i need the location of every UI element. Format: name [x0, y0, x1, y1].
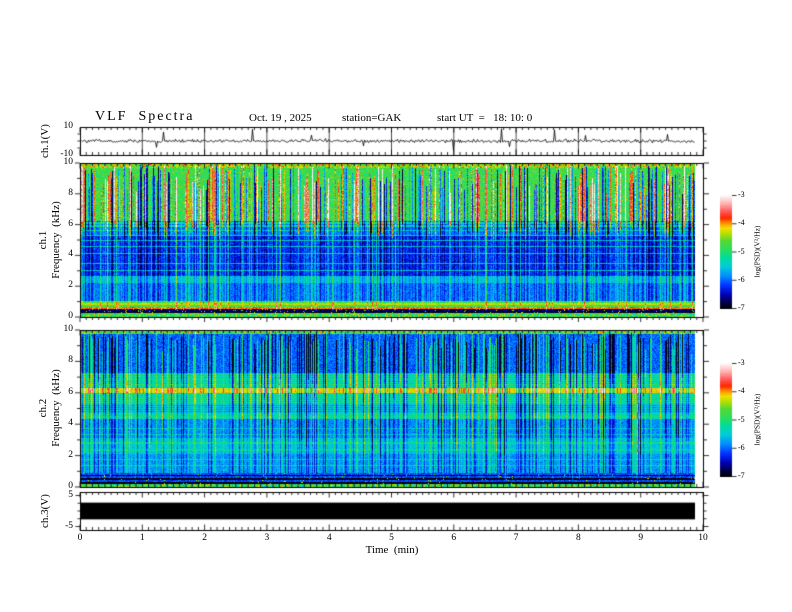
colorbar-tick-label: -5 [738, 414, 745, 424]
frequency-tick-label: 2 [68, 449, 73, 460]
x-tick-label: 5 [389, 533, 394, 543]
frequency-tick-label: 0 [68, 311, 73, 321]
colorbar-tick-label: -7 [738, 471, 745, 480]
x-tick-label: 4 [326, 533, 332, 543]
ch3-voltage-tick-label: 5 [68, 489, 73, 500]
colorbar-tick-label: -5 [738, 246, 745, 256]
frequency-tick-label: 4 [68, 249, 73, 260]
x-tick-label: 7 [513, 533, 519, 543]
frequency-tick-label: 8 [68, 187, 73, 198]
colorbar-tick-label: -6 [738, 442, 745, 452]
ch1-voltage-tick-label: 10 [63, 121, 74, 131]
colorbar-tick-label: -3 [738, 190, 745, 199]
x-tick-label: 2 [202, 533, 207, 543]
ch3-voltage-tick-label: -5 [65, 520, 73, 531]
start-ut-label: start UT = 18: 10: 0 [437, 112, 533, 124]
x-tick-label: 8 [576, 533, 581, 543]
frequency-tick-label: 6 [68, 386, 73, 397]
colorbar-tick-label: -3 [738, 358, 745, 367]
date-label: Oct. 19 , 2025 [249, 112, 312, 124]
x-tick-label: 10 [698, 533, 708, 543]
colorbar-tick-label: -7 [738, 303, 745, 312]
frequency-tick-label: 4 [68, 418, 73, 429]
frequency-tick-label: 8 [68, 355, 73, 366]
x-tick-label: 0 [77, 533, 83, 543]
station-label: station=GAK [342, 112, 402, 124]
plot-canvas [0, 0, 792, 612]
ch1-voltage-tick-label: -10 [60, 149, 73, 159]
x-tick-label: 6 [451, 533, 457, 543]
colorbar-tick-label: -4 [738, 386, 745, 396]
colorbar-tick-label: -6 [738, 274, 745, 284]
vlf-spectra-figure: VLF Spectra Oct. 19 , 2025 station=GAK s… [0, 0, 792, 612]
frequency-tick-label: 2 [68, 280, 73, 291]
frequency-tick-label: 6 [68, 218, 73, 229]
page-title: VLF Spectra [95, 109, 195, 124]
x-tick-label: 3 [264, 533, 270, 543]
x-tick-label: 9 [638, 533, 644, 543]
x-tick-label: 1 [139, 533, 145, 543]
frequency-tick-label: 10 [63, 324, 74, 334]
colorbar-tick-label: -4 [738, 218, 745, 228]
time-axis-label: Time (min) [365, 544, 419, 556]
